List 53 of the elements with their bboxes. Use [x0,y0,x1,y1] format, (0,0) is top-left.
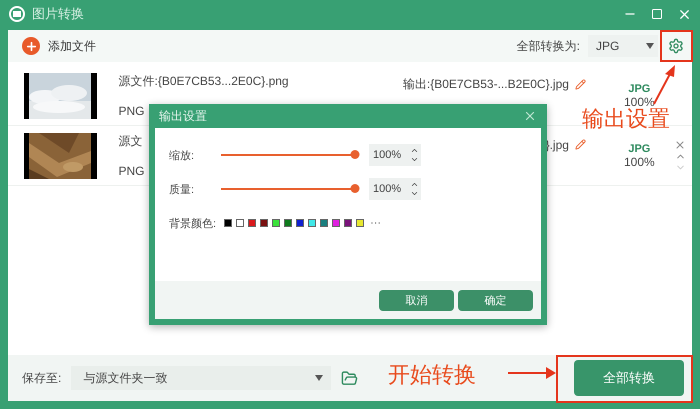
annotation-text: 开始转换 [388,361,476,389]
slider-handle[interactable] [350,184,360,193]
window-title: 图片转换 [32,5,84,23]
color-swatch[interactable] [296,219,304,227]
caret-icon [315,375,324,381]
output-file-name: }.jpg [546,138,569,152]
color-swatch[interactable] [248,219,256,227]
color-swatch[interactable] [260,219,268,227]
color-swatch[interactable] [320,219,328,227]
source-format: PNG [118,104,145,118]
slider-label: 质量: [169,182,196,196]
source-file-name: 源文 [118,133,142,150]
folder-icon[interactable] [341,370,358,386]
color-swatch[interactable] [236,219,244,227]
convert-all-label: 全部转换为: [516,38,580,54]
color-swatch[interactable] [272,219,280,227]
color-swatch[interactable] [332,219,340,227]
plus-icon [22,37,40,55]
edit-icon[interactable] [574,139,586,150]
edit-icon[interactable] [574,79,586,90]
target-quality: 100% [624,94,655,108]
color-swatch[interactable] [284,219,292,227]
target-quality: 100% [624,154,655,168]
more-colors[interactable]: ··· [370,217,382,229]
color-swatch[interactable] [344,219,352,227]
color-swatch[interactable] [356,219,364,227]
save-location-dropdown[interactable]: 与源文件夹一致 [71,366,332,390]
remove-icon[interactable] [674,138,686,150]
target-format: JPG [628,82,650,94]
target-format: JPG [628,142,650,154]
spin-field[interactable]: 100% [369,144,421,166]
slider-handle[interactable] [350,150,360,159]
add-file-button[interactable]: 添加文件 [22,37,96,55]
caret-icon [646,43,654,49]
app-logo-icon [8,5,26,23]
format-dropdown[interactable]: JPG [588,35,658,57]
confirm-button[interactable]: 确定 [458,290,533,310]
annotation-text: 输出设置 [582,106,670,133]
color-swatch[interactable] [224,219,232,227]
save-to-label: 保存至: [22,370,62,386]
spin-field[interactable]: 100% [369,178,421,200]
colors-label: 背景颜色: [169,216,216,230]
start-convert-button[interactable]: 全部转换 [574,360,684,396]
highlight-frame [660,30,693,62]
annotation-arrow [508,366,556,380]
source-file-name: 源文件:{B0E7CB53...2E0C}.png [118,73,289,90]
maximize-icon[interactable] [651,8,663,20]
color-swatch[interactable] [308,219,316,227]
output-file-name: 输出:{B0E7CB53-...B2E0C}.jpg [402,76,569,93]
dialog-title: 输出设置 [159,108,207,124]
source-format: PNG [118,164,145,178]
slider-label: 缩放: [169,148,196,162]
cancel-button[interactable]: 取消 [379,290,454,310]
